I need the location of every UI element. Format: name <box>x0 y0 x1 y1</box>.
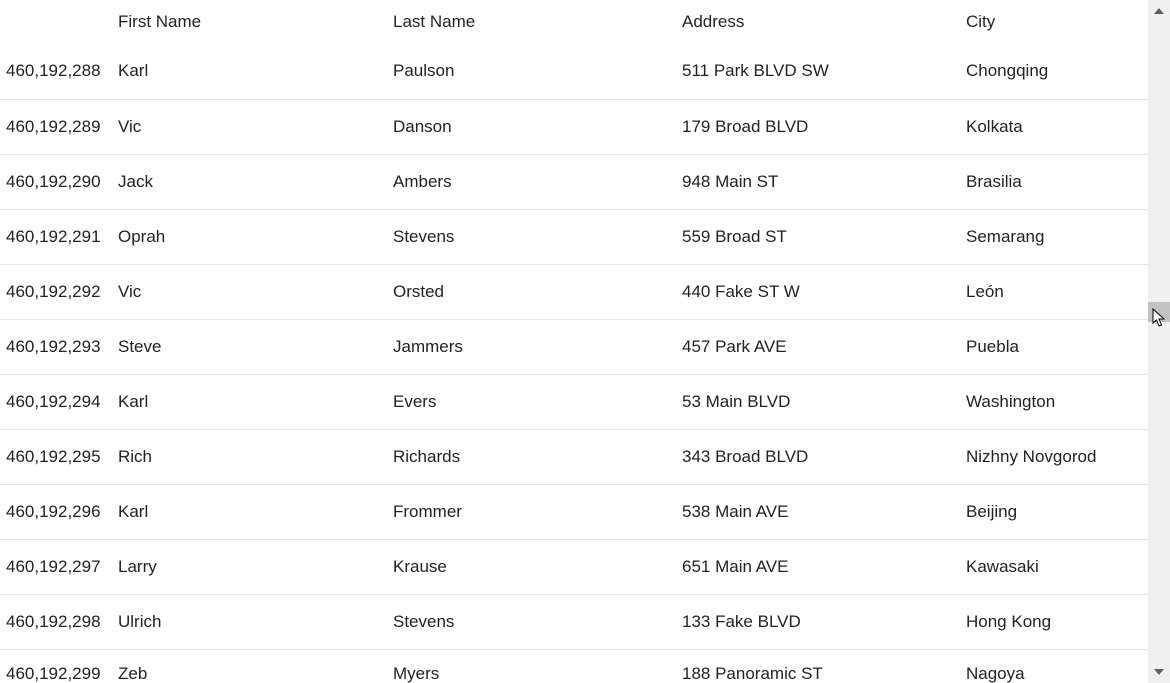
table-row[interactable]: 460,192,290 Jack Ambers 948 Main ST Bras… <box>0 154 1148 209</box>
cell-id: 460,192,292 <box>0 264 118 319</box>
cell-city: Kawasaki <box>966 539 1148 594</box>
cell-address: 559 Broad ST <box>682 209 966 264</box>
cell-address: 53 Main BLVD <box>682 374 966 429</box>
table-body: 460,192,288 Karl Paulson 511 Park BLVD S… <box>0 44 1148 683</box>
cell-address: 343 Broad BLVD <box>682 429 966 484</box>
cell-lastname: Myers <box>393 649 682 683</box>
cell-city: Puebla <box>966 319 1148 374</box>
cell-address: 179 Broad BLVD <box>682 99 966 154</box>
cell-firstname: Steve <box>118 319 393 374</box>
cell-address: 511 Park BLVD SW <box>682 44 966 99</box>
header-lastname[interactable]: Last Name <box>393 0 682 44</box>
cell-city: Nagoya <box>966 649 1148 683</box>
cell-lastname: Richards <box>393 429 682 484</box>
cell-lastname: Orsted <box>393 264 682 319</box>
cell-id: 460,192,289 <box>0 99 118 154</box>
cell-lastname: Krause <box>393 539 682 594</box>
scroll-up-arrow-icon[interactable] <box>1148 0 1170 22</box>
cell-city: Nizhny Novgorod <box>966 429 1148 484</box>
cell-address: 440 Fake ST W <box>682 264 966 319</box>
table-row[interactable]: 460,192,298 Ulrich Stevens 133 Fake BLVD… <box>0 594 1148 649</box>
header-city[interactable]: City <box>966 0 1148 44</box>
cell-city: Kolkata <box>966 99 1148 154</box>
cell-lastname: Jammers <box>393 319 682 374</box>
cell-firstname: Karl <box>118 44 393 99</box>
table-row[interactable]: 460,192,294 Karl Evers 53 Main BLVD Wash… <box>0 374 1148 429</box>
cell-city: Semarang <box>966 209 1148 264</box>
data-table: First Name Last Name Address City 460,19… <box>0 0 1148 683</box>
cell-firstname: Ulrich <box>118 594 393 649</box>
cell-firstname: Jack <box>118 154 393 209</box>
table-row[interactable]: 460,192,289 Vic Danson 179 Broad BLVD Ko… <box>0 99 1148 154</box>
cell-lastname: Frommer <box>393 484 682 539</box>
scroll-thumb[interactable] <box>1148 302 1170 322</box>
cell-id: 460,192,290 <box>0 154 118 209</box>
cell-lastname: Evers <box>393 374 682 429</box>
cell-address: 651 Main AVE <box>682 539 966 594</box>
table-container: First Name Last Name Address City 460,19… <box>0 0 1148 683</box>
cell-city: León <box>966 264 1148 319</box>
header-firstname[interactable]: First Name <box>118 0 393 44</box>
cell-id: 460,192,299 <box>0 649 118 683</box>
table-row[interactable]: 460,192,292 Vic Orsted 440 Fake ST W Leó… <box>0 264 1148 319</box>
cell-lastname: Danson <box>393 99 682 154</box>
cell-firstname: Larry <box>118 539 393 594</box>
cell-firstname: Karl <box>118 484 393 539</box>
cell-id: 460,192,294 <box>0 374 118 429</box>
cell-firstname: Rich <box>118 429 393 484</box>
cell-address: 133 Fake BLVD <box>682 594 966 649</box>
cell-lastname: Ambers <box>393 154 682 209</box>
cell-city: Beijing <box>966 484 1148 539</box>
cell-id: 460,192,291 <box>0 209 118 264</box>
table-row[interactable]: 460,192,288 Karl Paulson 511 Park BLVD S… <box>0 44 1148 99</box>
vertical-scrollbar[interactable] <box>1148 0 1170 683</box>
cell-city: Washington <box>966 374 1148 429</box>
cell-city: Hong Kong <box>966 594 1148 649</box>
cell-id: 460,192,298 <box>0 594 118 649</box>
table-row[interactable]: 460,192,299 Zeb Myers 188 Panoramic ST N… <box>0 649 1148 683</box>
cell-id: 460,192,293 <box>0 319 118 374</box>
cell-lastname: Paulson <box>393 44 682 99</box>
cell-firstname: Vic <box>118 99 393 154</box>
cell-id: 460,192,296 <box>0 484 118 539</box>
header-id[interactable] <box>0 0 118 44</box>
header-row: First Name Last Name Address City <box>0 0 1148 44</box>
header-address[interactable]: Address <box>682 0 966 44</box>
table-row[interactable]: 460,192,297 Larry Krause 651 Main AVE Ka… <box>0 539 1148 594</box>
cell-firstname: Zeb <box>118 649 393 683</box>
cell-id: 460,192,295 <box>0 429 118 484</box>
cell-lastname: Stevens <box>393 594 682 649</box>
cell-firstname: Vic <box>118 264 393 319</box>
cell-address: 948 Main ST <box>682 154 966 209</box>
table-row[interactable]: 460,192,293 Steve Jammers 457 Park AVE P… <box>0 319 1148 374</box>
scroll-down-arrow-icon[interactable] <box>1148 661 1170 683</box>
cell-address: 457 Park AVE <box>682 319 966 374</box>
table-row[interactable]: 460,192,295 Rich Richards 343 Broad BLVD… <box>0 429 1148 484</box>
cell-address: 188 Panoramic ST <box>682 649 966 683</box>
scroll-track[interactable] <box>1148 22 1170 661</box>
cell-city: Chongqing <box>966 44 1148 99</box>
cell-firstname: Oprah <box>118 209 393 264</box>
cell-firstname: Karl <box>118 374 393 429</box>
table-row[interactable]: 460,192,296 Karl Frommer 538 Main AVE Be… <box>0 484 1148 539</box>
cell-lastname: Stevens <box>393 209 682 264</box>
cell-city: Brasilia <box>966 154 1148 209</box>
cell-id: 460,192,297 <box>0 539 118 594</box>
cell-id: 460,192,288 <box>0 44 118 99</box>
cell-address: 538 Main AVE <box>682 484 966 539</box>
table-row[interactable]: 460,192,291 Oprah Stevens 559 Broad ST S… <box>0 209 1148 264</box>
